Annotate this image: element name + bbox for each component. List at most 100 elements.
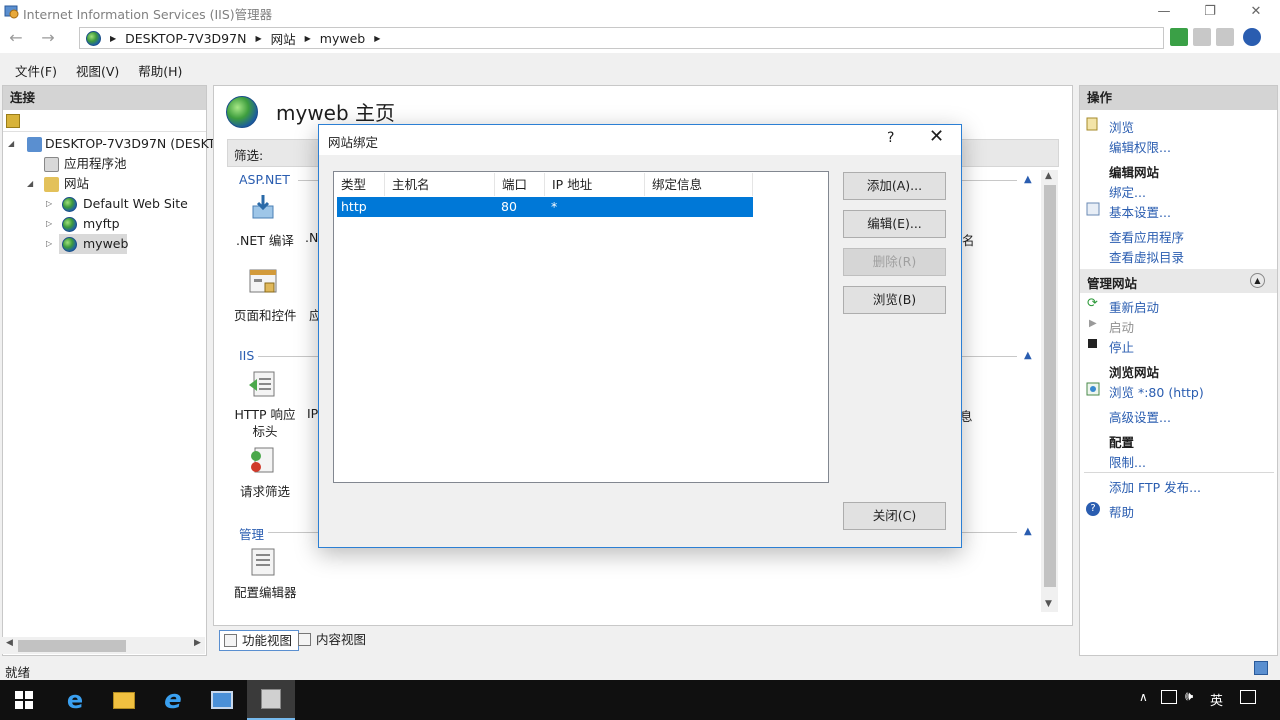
breadcrumb-sites[interactable]: 网站 (271, 29, 296, 48)
internet-explorer-icon[interactable]: e (149, 680, 197, 720)
close-window-button[interactable]: ✕ (1233, 0, 1279, 23)
collapse-aspnet-icon[interactable]: ▲ (1024, 174, 1032, 185)
group-iis[interactable]: IIS (239, 348, 254, 363)
column-binding-info[interactable]: 绑定信息 (645, 173, 753, 196)
action-help[interactable]: 帮助 (1109, 502, 1134, 521)
tab-features-view[interactable]: 功能视图 (219, 630, 300, 651)
request-filter-label[interactable]: 请求筛选 (240, 481, 290, 500)
bindings-list[interactable] (333, 171, 829, 483)
dialog-close-icon[interactable]: ✕ (929, 126, 944, 147)
scroll-down-icon[interactable]: ▼ (1045, 599, 1052, 609)
close-dialog-button[interactable]: 关闭(C) (843, 502, 946, 530)
breadcrumb-myweb[interactable]: myweb (320, 31, 365, 46)
tab-content-view[interactable]: 内容视图 (294, 630, 372, 651)
connections-toolbar (3, 110, 206, 132)
collapse-iis-icon[interactable]: ▲ (1024, 350, 1032, 361)
home-icon[interactable] (1216, 28, 1234, 46)
collapse-manage-site-icon[interactable]: ▲ (1250, 273, 1265, 288)
globe-icon (62, 217, 77, 232)
net-compile-icon[interactable] (247, 192, 279, 224)
request-filter-icon[interactable] (247, 445, 279, 477)
dialog-title-bar (319, 125, 961, 155)
menu-file[interactable]: 文件(F) (15, 61, 57, 80)
address-bar[interactable]: ▶ DESKTOP-7V3D97N ▶ 网站 ▶ myweb ▶ (79, 27, 1164, 49)
pages-controls-icon[interactable] (247, 267, 279, 299)
http-headers-icon[interactable] (247, 369, 279, 401)
server-icon (27, 137, 42, 152)
status-text: 就绪 (5, 665, 31, 680)
table-row[interactable] (337, 197, 753, 217)
vertical-scroll-thumb[interactable] (1044, 185, 1056, 587)
notifications-icon[interactable] (1240, 690, 1256, 704)
minimize-button[interactable]: — (1141, 0, 1187, 23)
refresh-icon[interactable] (1170, 28, 1188, 46)
forward-arrow-icon[interactable]: → (37, 29, 59, 47)
column-type[interactable]: 类型 (334, 173, 385, 196)
file-explorer-icon[interactable] (100, 680, 148, 720)
column-port[interactable]: 端口 (495, 173, 545, 196)
dialog-help-button[interactable]: ? (887, 130, 894, 146)
pages-controls-label[interactable]: 页面和控件 (234, 305, 297, 324)
action-view-vdirs[interactable]: 查看虚拟目录 (1109, 247, 1184, 266)
scroll-left-icon[interactable]: ◀ (6, 638, 13, 648)
network-tray-icon[interactable] (1161, 690, 1177, 704)
config-editor-icon[interactable] (247, 546, 279, 578)
column-ip[interactable]: IP 地址 (545, 173, 645, 196)
tray-chevron-icon[interactable]: ∧ (1139, 690, 1148, 704)
windows-logo-icon (15, 691, 33, 709)
scroll-right-icon[interactable]: ▶ (194, 638, 201, 648)
action-browse-80[interactable]: 浏览 *:80 (http) (1109, 382, 1204, 401)
iis-manager-taskbar-icon[interactable] (247, 680, 295, 720)
browse-icon (1086, 117, 1098, 131)
stop-icon[interactable] (1193, 28, 1211, 46)
volume-tray-icon[interactable]: 🕪 (1185, 689, 1193, 704)
basic-settings-icon (1086, 202, 1100, 216)
edit-binding-button[interactable]: 编辑(E)... (843, 210, 946, 238)
network-status-icon (1254, 661, 1268, 675)
scroll-up-icon[interactable]: ▲ (1045, 171, 1052, 181)
new-connection-icon[interactable] (6, 114, 20, 128)
restart-icon: ⟳ (1087, 296, 1098, 311)
action-browse[interactable]: 浏览 (1109, 117, 1134, 136)
group-aspnet[interactable]: ASP.NET (239, 172, 290, 187)
remove-binding-button[interactable]: 删除(R) (843, 248, 946, 276)
horizontal-scroll-thumb[interactable] (18, 640, 126, 652)
edge-browser-icon[interactable]: e (51, 680, 99, 720)
status-bar (0, 658, 1280, 680)
ime-indicator[interactable]: 英 (1210, 690, 1223, 709)
server-manager-icon[interactable] (198, 680, 246, 720)
add-binding-button[interactable]: 添加(A)... (843, 172, 946, 200)
action-edit-permissions[interactable]: 编辑权限... (1109, 137, 1171, 156)
action-bindings[interactable]: 绑定... (1109, 182, 1146, 201)
help-circle-icon: ? (1086, 502, 1100, 516)
cell-port: 80 (501, 199, 517, 214)
start-icon: ▶ (1089, 318, 1097, 329)
action-add-ftp[interactable]: 添加 FTP 发布... (1109, 477, 1201, 496)
net-compile-label[interactable]: .NET 编译 (236, 230, 294, 249)
http-headers-label[interactable]: HTTP 响应标头 (229, 406, 301, 440)
config-editor-label[interactable]: 配置编辑器 (234, 582, 297, 601)
cell-ip: * (551, 199, 558, 214)
collapse-manage-icon[interactable]: ▲ (1024, 526, 1032, 537)
back-arrow-icon[interactable]: ← (5, 29, 27, 47)
action-basic-settings[interactable]: 基本设置... (1109, 202, 1171, 221)
action-limits[interactable]: 限制... (1109, 452, 1146, 471)
menu-help[interactable]: 帮助(H) (138, 61, 182, 80)
menu-view[interactable]: 视图(V) (76, 61, 119, 80)
globe-icon (86, 30, 101, 46)
action-view-apps[interactable]: 查看应用程序 (1109, 227, 1184, 246)
action-stop[interactable]: 停止 (1109, 337, 1134, 356)
action-start[interactable]: 启动 (1109, 317, 1134, 336)
globe-icon (62, 237, 77, 252)
action-advanced-settings[interactable]: 高级设置... (1109, 407, 1171, 426)
breadcrumb-server[interactable]: DESKTOP-7V3D97N (125, 31, 246, 46)
column-host[interactable]: 主机名 (385, 173, 495, 196)
start-button[interactable] (0, 680, 48, 720)
group-manage[interactable]: 管理 (239, 524, 264, 543)
restore-button[interactable]: ❐ (1187, 0, 1233, 23)
action-restart[interactable]: 重新启动 (1109, 297, 1159, 316)
iis-manager-icon (4, 5, 19, 19)
help-icon[interactable] (1243, 28, 1261, 46)
section-browse-site: 浏览网站 (1109, 365, 1160, 380)
browse-binding-button[interactable]: 浏览(B) (843, 286, 946, 314)
